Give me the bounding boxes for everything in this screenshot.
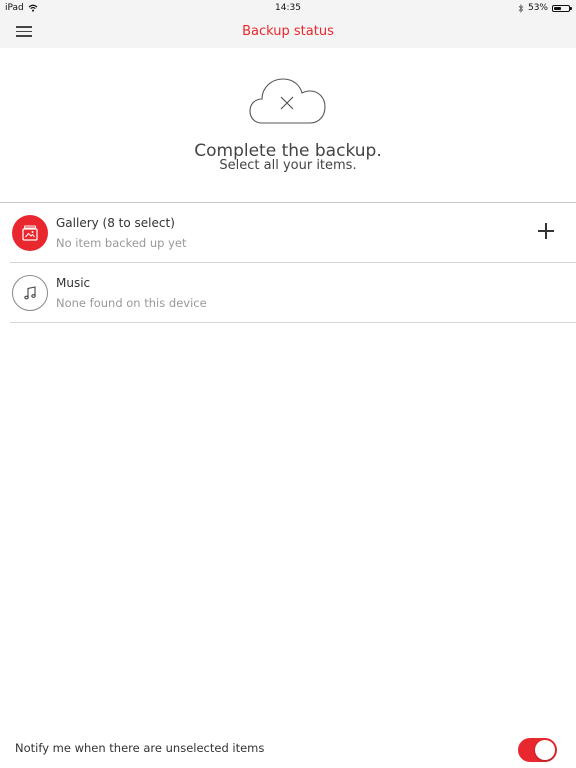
page-title: Backup status: [242, 24, 334, 39]
battery-icon: [552, 4, 572, 12]
list-item-gallery[interactable]: Gallery (8 to select) No item backed up …: [0, 203, 576, 263]
cloud-x-icon: [249, 78, 326, 124]
battery-fill: [554, 6, 561, 10]
toggle-knob: [535, 740, 555, 760]
music-subtitle: None found on this device: [56, 296, 207, 310]
status-right: 53%: [518, 3, 572, 13]
row-divider: [10, 322, 576, 323]
hero-subtitle: Select all your items.: [219, 158, 357, 173]
bluetooth-icon: [518, 3, 524, 13]
music-note-icon: [12, 275, 48, 311]
gallery-title: Gallery (8 to select): [56, 216, 175, 230]
gallery-icon: [12, 215, 48, 251]
music-title: Music: [56, 276, 91, 290]
notify-label: Notify me when there are unselected item…: [15, 741, 265, 755]
notify-toggle[interactable]: [518, 738, 557, 762]
plus-icon[interactable]: [538, 223, 554, 239]
status-bar: iPad 14:35 53%: [0, 0, 576, 16]
battery-percent: 53%: [527, 3, 548, 13]
nav-bar: Backup status: [0, 16, 576, 48]
status-time: 14:35: [275, 3, 301, 13]
list-item-music[interactable]: Music None found on this device: [0, 263, 576, 323]
backup-hero: Complete the backup. Select all your ite…: [0, 48, 576, 202]
gallery-subtitle: No item backed up yet: [56, 236, 187, 250]
